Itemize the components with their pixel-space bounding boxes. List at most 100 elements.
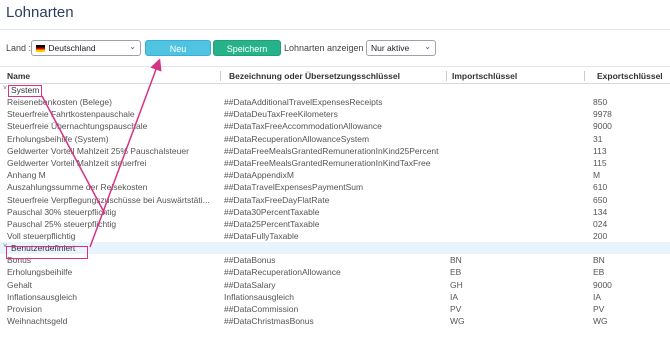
- cell-bezeichnung: ##DataTaxFreeDayFlatRate: [224, 194, 330, 205]
- group-row[interactable]: ˅ System: [0, 84, 670, 96]
- cell-name: Anhang M: [7, 170, 46, 181]
- cell-name: Pauschal 30% steuerpflichtig: [7, 206, 117, 217]
- new-button[interactable]: Neu: [145, 40, 211, 56]
- table-row[interactable]: Steuerfreie Übernachtungspauschale ##Data…: [0, 120, 670, 132]
- cell-name: Geldwerter Vorteil Mahlzeit steuerfrei: [7, 157, 147, 168]
- cell-import: GH: [450, 279, 463, 290]
- cell-export: 31: [593, 133, 603, 144]
- cell-name: Auszahlungssumme der Reisekosten: [7, 182, 148, 193]
- chevron-down-icon: ⌄: [129, 42, 136, 51]
- flag-germany-icon: [36, 45, 45, 52]
- cell-export: IA: [593, 291, 602, 302]
- cell-bezeichnung: ##DataDeuTaxFreeKilometers: [224, 109, 338, 120]
- cell-bezeichnung: ##DataChristmasBonus: [224, 316, 314, 327]
- cell-export: 610: [593, 182, 608, 193]
- cell-export: 850: [593, 97, 608, 107]
- cell-export: M: [593, 170, 601, 181]
- column-header-export[interactable]: Exportschlüssel: [597, 71, 663, 81]
- table-row[interactable]: Erholungsbeihilfe (System) ##DataRecupera…: [0, 133, 670, 145]
- cell-export: 024: [593, 218, 608, 229]
- table-row[interactable]: Gehalt ##DataSalary GH 9000: [0, 279, 670, 291]
- cell-import: WG: [450, 316, 465, 327]
- cell-bezeichnung: ##DataFreeMealsGrantedRemunerationInKind…: [224, 145, 439, 156]
- cell-export: 200: [593, 231, 608, 242]
- table-row[interactable]: Voll steuerpflichtig ##DataFullyTaxable 20…: [0, 230, 670, 242]
- cell-bezeichnung: ##DataRecuperationAllowance: [224, 267, 341, 278]
- column-divider[interactable]: [220, 71, 221, 81]
- table-row[interactable]: Steuerfreie Verpflegungszuschüsse bei Au…: [0, 194, 670, 206]
- cell-name: Erholungsbeihilfe: [7, 267, 73, 278]
- cell-name: Geldwerter Vorteil Mahlzeit 25% Pauschal…: [7, 145, 189, 156]
- table-body: ˅ System Reisenebenkosten (Belege) ##DataAd…: [0, 84, 670, 327]
- cell-export: PV: [593, 304, 605, 314]
- cell-import: BN: [450, 255, 462, 266]
- title-divider: [0, 29, 670, 30]
- cell-name: Inflationsausgleich: [7, 291, 77, 302]
- table-header: Name Bezeichnung oder Übersetzungsschlüs…: [0, 66, 670, 84]
- table-row[interactable]: Provision ##DataCommission PV PV: [0, 303, 670, 315]
- cell-export: 9978: [593, 109, 612, 120]
- cell-bezeichnung: ##DataTravelExpensesPaymentSum: [224, 182, 364, 193]
- chevron-down-icon: ⌄: [424, 42, 431, 51]
- cell-export: 650: [593, 194, 608, 205]
- column-header-import[interactable]: Importschlüssel: [452, 71, 517, 81]
- wage-types-table: Name Bezeichnung oder Übersetzungsschlüs…: [0, 66, 670, 327]
- page-title: Lohnarten: [6, 4, 74, 21]
- cell-bezeichnung: ##DataRecuperationAllowanceSystem: [224, 133, 370, 144]
- save-button[interactable]: Speichern: [213, 40, 281, 56]
- cell-bezeichnung: ##DataBonus: [224, 255, 276, 266]
- cell-bezeichnung: ##Data30PercentTaxable: [224, 206, 320, 217]
- cell-bezeichnung: ##DataAdditionalTravelExpensesReceipts: [224, 97, 383, 107]
- cell-export: EB: [593, 267, 605, 278]
- cell-export: 134: [593, 206, 608, 217]
- caret-down-icon[interactable]: ˅: [3, 85, 7, 92]
- cell-import: IA: [450, 291, 459, 302]
- country-select[interactable]: Deutschland ⌄: [31, 40, 141, 56]
- cell-bezeichnung: Inflationsausgleich: [224, 291, 294, 302]
- cell-name: Steuerfreie Verpflegungszuschüsse bei Au…: [7, 194, 210, 205]
- cell-export: 113: [593, 145, 607, 156]
- cell-name: Provision: [7, 304, 42, 314]
- custom-group-highlight: [6, 246, 88, 259]
- cell-import: EB: [450, 267, 462, 278]
- cell-name: Gehalt: [7, 279, 33, 290]
- table-row[interactable]: Geldwerter Vorteil Mahlzeit 25% Pauschal…: [0, 145, 670, 157]
- group-row[interactable]: ˅ Benutzerdefiniert: [0, 242, 670, 255]
- table-row[interactable]: Pauschal 25% steuerpflichtig ##Data25Perc…: [0, 218, 670, 230]
- cell-bezeichnung: ##DataCommission: [224, 304, 299, 314]
- cell-export: 9000: [593, 121, 612, 132]
- filter-select-value: Nur aktive: [371, 43, 410, 53]
- cell-name: Pauschal 25% steuerpflichtig: [7, 218, 117, 229]
- cell-import: PV: [450, 304, 462, 314]
- table-row[interactable]: Pauschal 30% steuerpflichtig ##Data30Perc…: [0, 206, 670, 218]
- table-row[interactable]: Anhang M ##DataAppendixM M: [0, 169, 670, 181]
- cell-export: BN: [593, 255, 605, 266]
- table-row[interactable]: Auszahlungssumme der Reisekosten ##DataTr…: [0, 181, 670, 193]
- cell-export: 9000: [593, 279, 612, 290]
- column-header-name[interactable]: Name: [7, 71, 30, 81]
- toolbar: Land : Deutschland ⌄ Neu Speichern Lohna…: [0, 39, 670, 59]
- cell-name: Reisenebenkosten (Belege): [7, 97, 112, 107]
- filter-label: Lohnarten anzeigen :: [284, 43, 369, 53]
- table-row[interactable]: Reisenebenkosten (Belege) ##DataAdditiona…: [0, 96, 670, 108]
- column-divider[interactable]: [446, 71, 447, 81]
- table-row[interactable]: Weihnachtsgeld ##DataChristmasBonus WG WG: [0, 315, 670, 327]
- cell-bezeichnung: ##DataTaxFreeAccommodationAllowance: [224, 121, 382, 132]
- system-group-highlight: [8, 85, 42, 97]
- table-row[interactable]: Erholungsbeihilfe ##DataRecuperationAllow…: [0, 266, 670, 278]
- column-divider[interactable]: [584, 71, 585, 81]
- table-row[interactable]: Steuerfreie Fahrtkostenpauschale ##DataDe…: [0, 108, 670, 120]
- table-row[interactable]: Bonus ##DataBonus BN BN: [0, 254, 670, 266]
- cell-export: WG: [593, 316, 608, 327]
- cell-export: 115: [593, 157, 607, 168]
- cell-name: Steuerfreie Fahrtkostenpauschale: [7, 109, 135, 120]
- filter-select[interactable]: Nur aktive ⌄: [366, 40, 436, 56]
- cell-name: Voll steuerpflichtig: [7, 231, 76, 242]
- cell-bezeichnung: ##DataFreeMealsGrantedRemunerationInKind…: [224, 157, 431, 168]
- table-row[interactable]: Inflationsausgleich Inflationsausgleich IA…: [0, 291, 670, 303]
- cell-name: Weihnachtsgeld: [7, 316, 68, 327]
- column-header-bezeichnung[interactable]: Bezeichnung oder Übersetzungsschlüssel: [229, 71, 400, 81]
- table-row[interactable]: Geldwerter Vorteil Mahlzeit steuerfrei ##…: [0, 157, 670, 169]
- cell-bezeichnung: ##Data25PercentTaxable: [224, 218, 320, 229]
- country-label: Land :: [6, 43, 32, 53]
